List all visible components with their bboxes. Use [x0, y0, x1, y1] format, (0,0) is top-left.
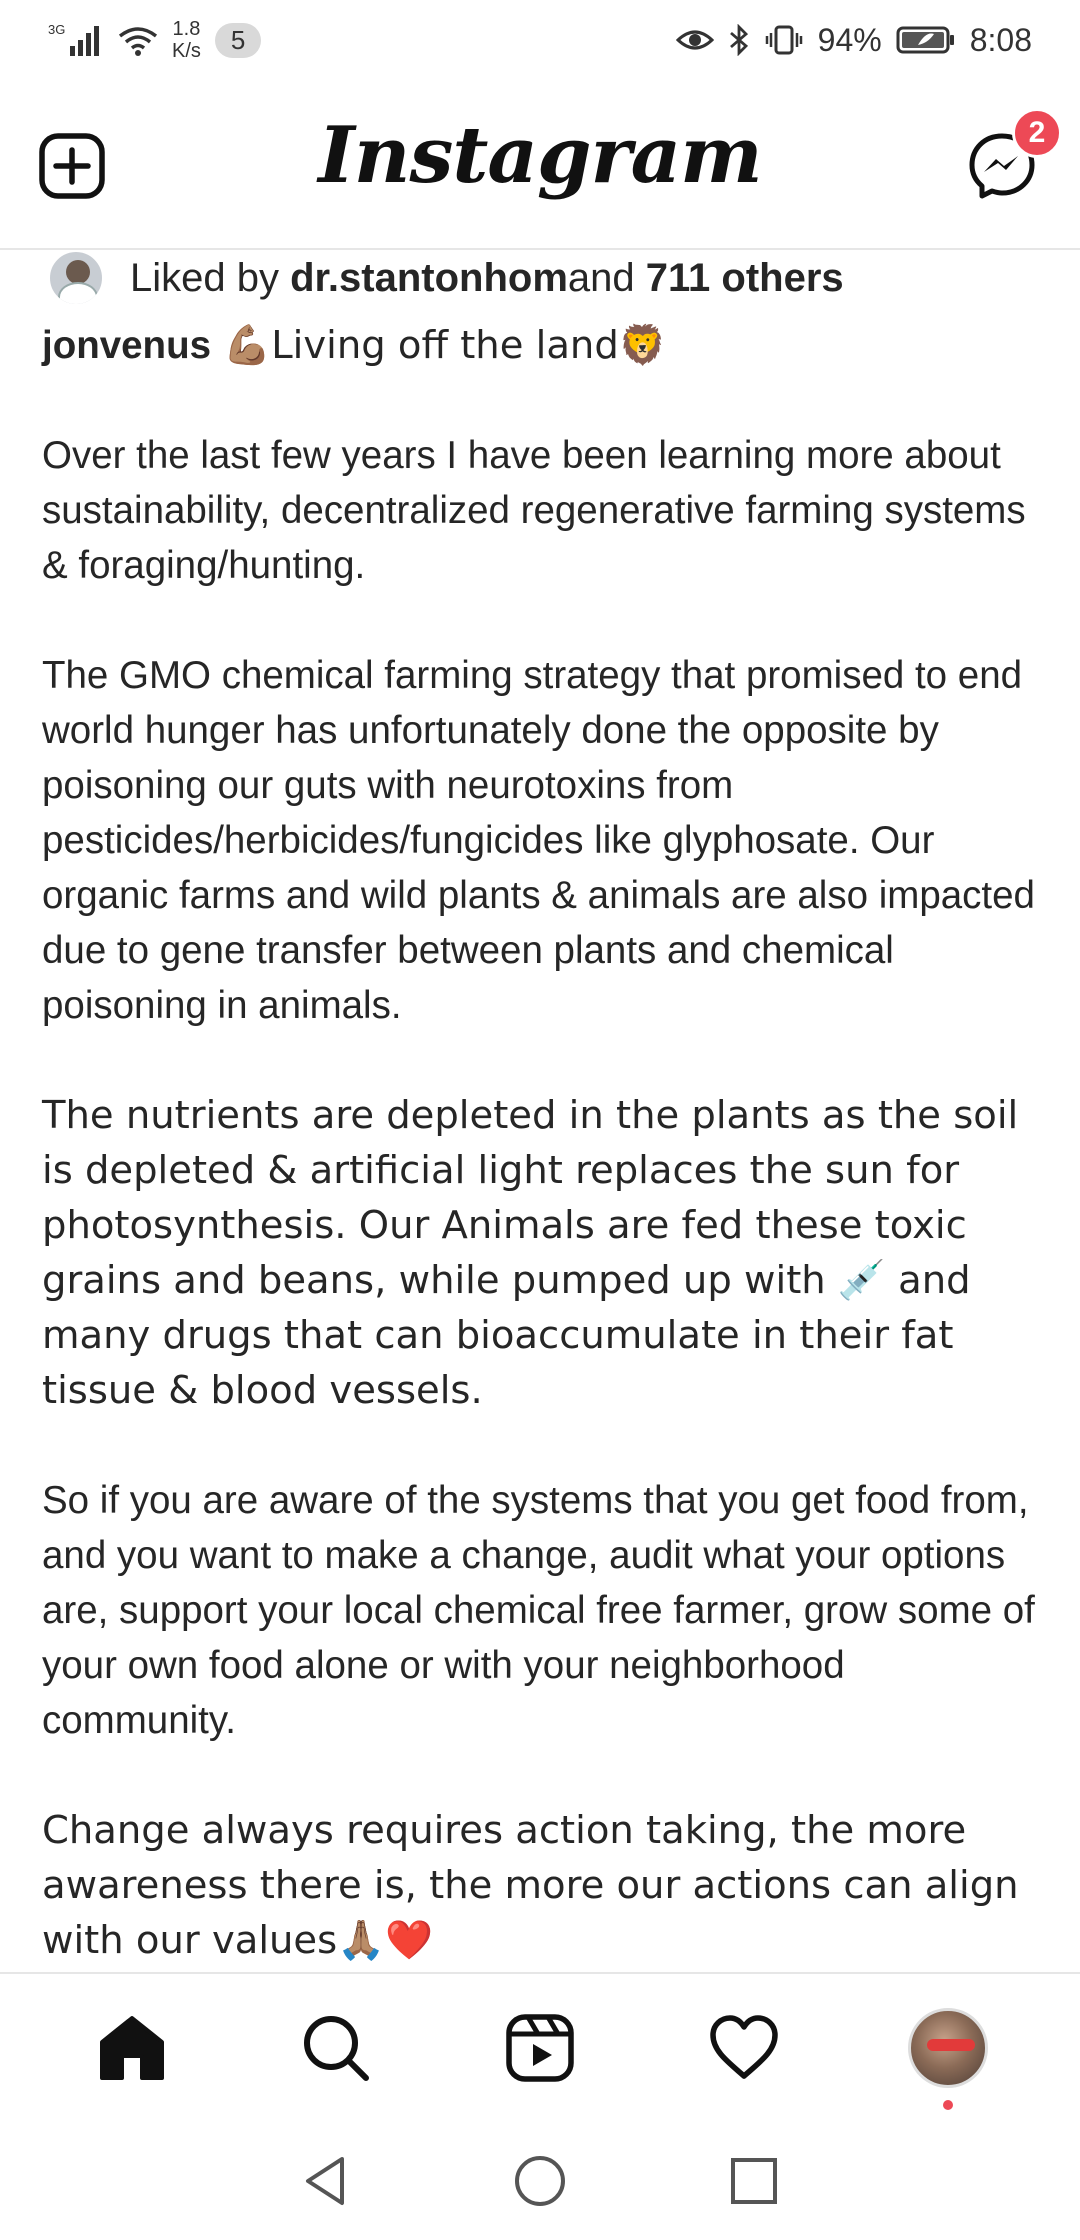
nav-activity-button[interactable] [694, 1998, 794, 2098]
caption-paragraph: The GMO chemical farming strategy that p… [42, 654, 1035, 1027]
liked-others-link[interactable]: 711 others [646, 256, 844, 301]
nav-home-button[interactable] [82, 1998, 182, 2098]
liked-mid: and [567, 255, 635, 300]
caption-paragraph: So if you are aware of the systems that … [42, 1479, 1035, 1742]
author-username[interactable]: jonvenus [42, 324, 211, 367]
instagram-logo[interactable]: Instagram [0, 110, 1080, 201]
system-back-button[interactable] [294, 2149, 358, 2213]
liker-avatar[interactable] [48, 252, 104, 306]
vibrate-icon [764, 24, 804, 56]
caption-paragraph: Change always requires action taking, th… [42, 1808, 1019, 1963]
recents-square-icon [731, 2158, 777, 2204]
bluetooth-icon [728, 24, 750, 56]
caption-paragraph: The nutrients are depleted in the plants… [42, 1093, 1019, 1413]
battery-percent: 94% [817, 21, 882, 58]
wifi-icon [118, 24, 158, 56]
system-nav [0, 2122, 1080, 2240]
profile-avatar [908, 2008, 988, 2088]
likes-row[interactable]: Liked by dr.stantonhom and 711 others [42, 252, 1038, 306]
signal-icon: 3G [48, 22, 104, 58]
caption-paragraph: Over the last few years I have been lear… [42, 434, 1026, 587]
post-content: Liked by dr.stantonhom and 711 others jo… [0, 252, 1080, 1972]
nav-reels-button[interactable] [490, 1998, 590, 2098]
status-right: 94% 8:08 [675, 21, 1032, 59]
home-icon [100, 2016, 164, 2080]
liked-user-link[interactable]: dr.stantonhom [290, 256, 568, 301]
speed-unit: K/s [172, 40, 201, 62]
caption-title: 💪🏽Living off the land🦁 [211, 323, 667, 368]
search-icon [304, 2016, 369, 2081]
reels-icon [506, 2014, 574, 2082]
messenger-button[interactable]: 2 [964, 108, 1062, 204]
eye-icon [675, 26, 714, 54]
nav-search-button[interactable] [286, 1998, 386, 2098]
bottom-nav [0, 1972, 1080, 2122]
profile-notification-dot [943, 2100, 953, 2110]
battery-icon [896, 25, 956, 55]
post-caption: jonvenus 💪🏽Living off the land🦁 Over the… [42, 318, 1038, 1968]
home-circle-icon [515, 2156, 565, 2206]
notification-count: 5 [214, 22, 262, 58]
speed-value: 1.8 [172, 18, 201, 40]
network-type: 3G [48, 22, 65, 37]
system-recents-button[interactable] [722, 2149, 786, 2213]
back-triangle-icon [306, 2157, 344, 2205]
nav-profile-button[interactable] [898, 1998, 998, 2110]
heart-icon [710, 2015, 778, 2079]
messenger-badge: 2 [1012, 108, 1062, 158]
clock-time: 8:08 [969, 21, 1032, 58]
liked-prefix: Liked by [130, 255, 279, 300]
caption-title-line: jonvenus 💪🏽Living off the land🦁 [42, 318, 1038, 373]
status-left: 3G 1.8 K/s 5 [48, 18, 262, 62]
status-bar: 3G 1.8 K/s 5 94% 8:08 [0, 0, 1080, 80]
app-header: Instagram 2 [0, 80, 1080, 250]
network-speed: 1.8 K/s [172, 18, 201, 62]
system-home-button[interactable] [508, 2149, 572, 2213]
